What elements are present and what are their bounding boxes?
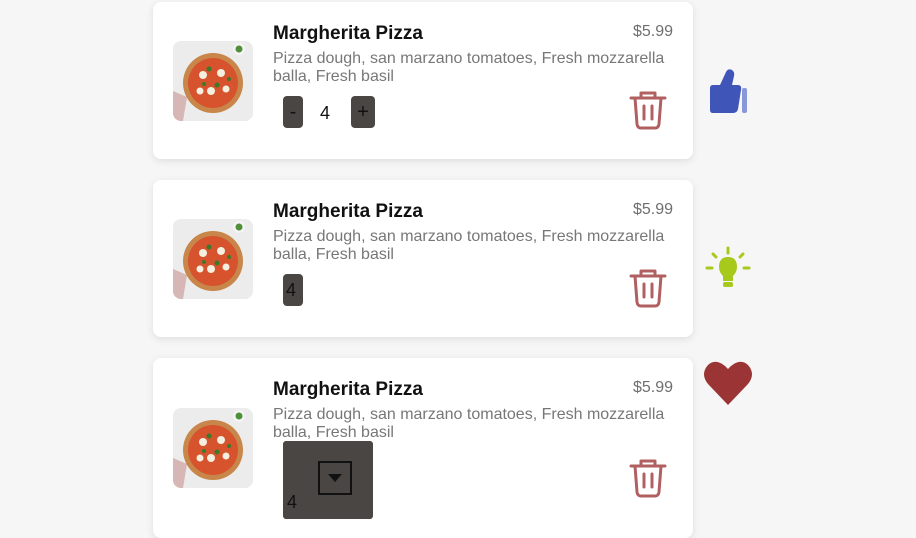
pizza-thumbnail (173, 408, 253, 488)
heart-icon[interactable] (702, 359, 754, 412)
cart-item-card: Margherita Pizza $5.99 Pizza dough, san … (153, 2, 693, 159)
chevron-down-icon (328, 474, 342, 482)
cart-item-card: Margherita Pizza $5.99 Pizza dough, san … (153, 358, 693, 538)
item-description: Pizza dough, san marzano tomatoes, Fresh… (273, 228, 665, 263)
quantity-select[interactable]: 4 (283, 441, 373, 519)
quantity-select-value: 4 (287, 492, 298, 512)
item-price: $5.99 (632, 379, 673, 396)
trash-icon[interactable] (628, 89, 668, 131)
increase-quantity-button[interactable]: + (351, 96, 375, 128)
pizza-thumbnail (173, 219, 253, 299)
quantity-value: 4 (320, 103, 331, 123)
item-title: Margherita Pizza (273, 379, 423, 400)
pizza-thumbnail (173, 41, 253, 121)
quantity-input[interactable]: 4 (283, 274, 303, 306)
trash-icon[interactable] (628, 457, 668, 499)
item-price: $5.99 (632, 201, 673, 218)
item-description: Pizza dough, san marzano tomatoes, Fresh… (273, 406, 665, 441)
dropdown-arrow-box[interactable] (318, 461, 352, 495)
item-title: Margherita Pizza (273, 201, 423, 222)
item-price: $5.99 (632, 23, 673, 40)
cart-item-card: Margherita Pizza $5.99 Pizza dough, san … (153, 180, 693, 337)
lightbulb-icon[interactable] (705, 246, 751, 297)
thumbs-up-icon[interactable] (706, 66, 752, 121)
item-description: Pizza dough, san marzano tomatoes, Fresh… (273, 50, 665, 85)
item-title: Margherita Pizza (273, 23, 423, 44)
decrease-quantity-button[interactable]: - (283, 96, 303, 128)
trash-icon[interactable] (628, 267, 668, 309)
